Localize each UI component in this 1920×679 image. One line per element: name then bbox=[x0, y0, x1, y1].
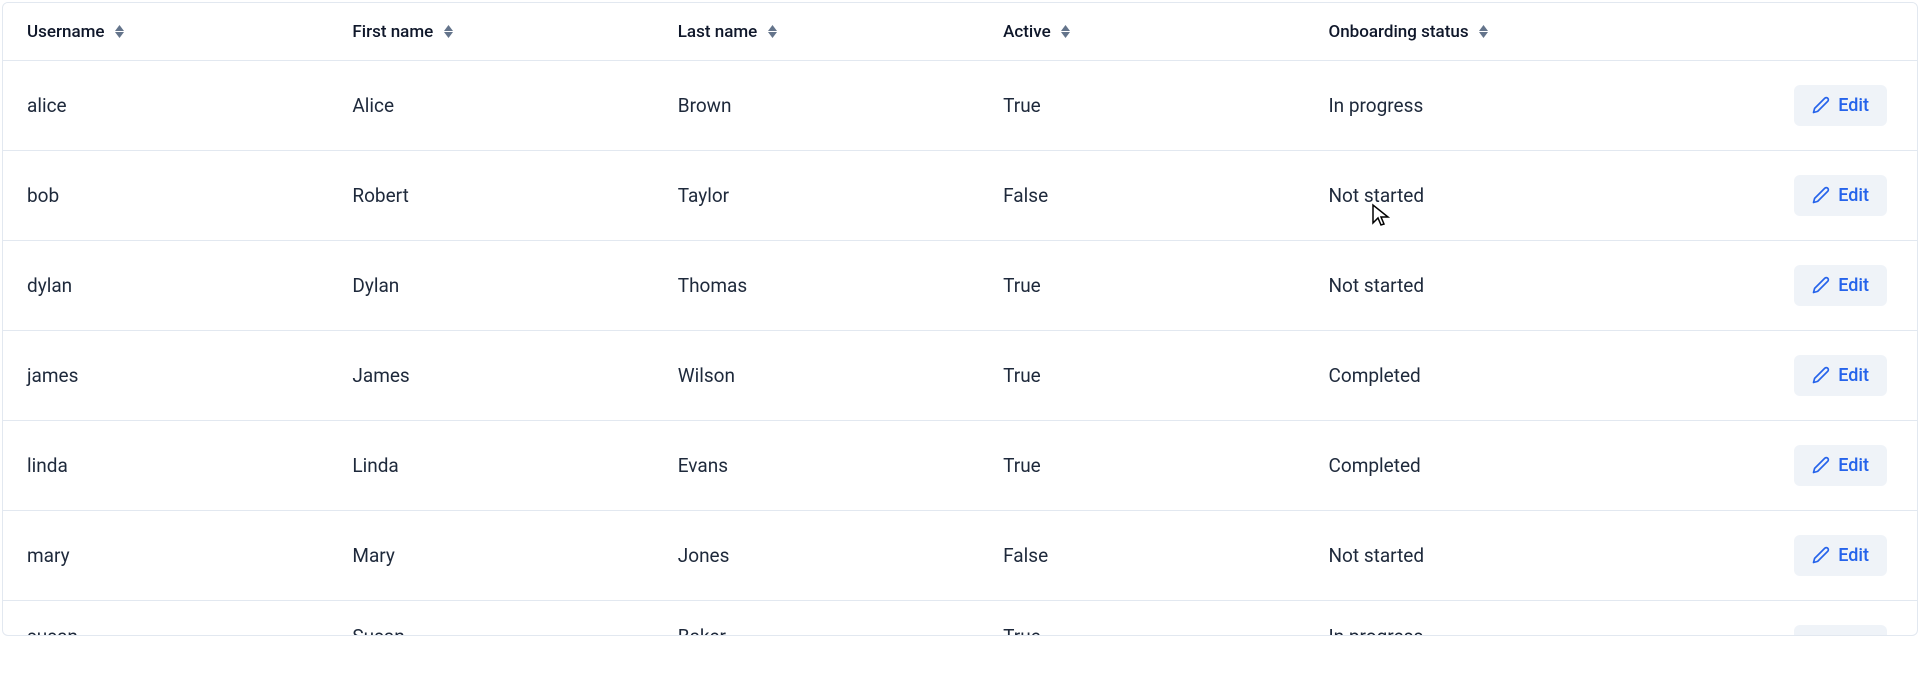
cell-username: james bbox=[3, 330, 328, 420]
cell-active: True bbox=[979, 420, 1304, 510]
cell-first-name: Dylan bbox=[328, 240, 653, 330]
cell-last-name: Brown bbox=[654, 60, 979, 150]
cell-username: mary bbox=[3, 510, 328, 600]
cell-actions: Edit bbox=[1649, 600, 1917, 635]
column-label: Username bbox=[27, 22, 105, 42]
pencil-icon bbox=[1812, 186, 1830, 204]
pencil-icon bbox=[1812, 546, 1830, 564]
cell-active: True bbox=[979, 60, 1304, 150]
cell-last-name: Thomas bbox=[654, 240, 979, 330]
cell-username: susan bbox=[3, 600, 328, 635]
cell-last-name: Taylor bbox=[654, 150, 979, 240]
column-label: Active bbox=[1003, 22, 1051, 42]
cell-active: True bbox=[979, 240, 1304, 330]
sort-icon bbox=[768, 25, 777, 38]
column-header-active[interactable]: Active bbox=[979, 3, 1304, 60]
table-row: maryMaryJonesFalseNot started Edit bbox=[3, 510, 1917, 600]
cell-onboarding-status: Not started bbox=[1305, 150, 1650, 240]
edit-button[interactable]: Edit bbox=[1794, 445, 1887, 486]
column-label: First name bbox=[352, 22, 433, 42]
edit-button[interactable]: Edit bbox=[1794, 265, 1887, 306]
sort-icon bbox=[1061, 25, 1070, 38]
cell-last-name: Baker bbox=[654, 600, 979, 635]
edit-button-label: Edit bbox=[1838, 545, 1869, 566]
column-label: Onboarding status bbox=[1329, 22, 1469, 42]
cell-actions: Edit bbox=[1649, 510, 1917, 600]
cell-onboarding-status: Not started bbox=[1305, 510, 1650, 600]
cell-first-name: Alice bbox=[328, 60, 653, 150]
table-row: bobRobertTaylorFalseNot started Edit bbox=[3, 150, 1917, 240]
cell-onboarding-status: Not started bbox=[1305, 240, 1650, 330]
cell-username: bob bbox=[3, 150, 328, 240]
edit-button-label: Edit bbox=[1838, 365, 1869, 386]
pencil-icon bbox=[1812, 96, 1830, 114]
edit-button-label: Edit bbox=[1838, 95, 1869, 116]
cell-first-name: Mary bbox=[328, 510, 653, 600]
cell-first-name: Robert bbox=[328, 150, 653, 240]
pencil-icon bbox=[1812, 276, 1830, 294]
column-header-username[interactable]: Username bbox=[3, 3, 328, 60]
edit-button[interactable]: Edit bbox=[1794, 85, 1887, 126]
cell-last-name: Evans bbox=[654, 420, 979, 510]
edit-button-label: Edit bbox=[1838, 185, 1869, 206]
cell-actions: Edit bbox=[1649, 150, 1917, 240]
column-label: Last name bbox=[678, 22, 758, 42]
cell-onboarding-status: In progress bbox=[1305, 600, 1650, 635]
users-table-wrapper: Username First name Last name bbox=[2, 2, 1918, 636]
edit-button[interactable]: Edit bbox=[1794, 535, 1887, 576]
users-table: Username First name Last name bbox=[3, 3, 1917, 635]
cell-onboarding-status: Completed bbox=[1305, 330, 1650, 420]
cell-onboarding-status: Completed bbox=[1305, 420, 1650, 510]
edit-button[interactable]: Edit bbox=[1794, 625, 1887, 635]
cell-active: True bbox=[979, 600, 1304, 635]
column-header-first-name[interactable]: First name bbox=[328, 3, 653, 60]
cell-actions: Edit bbox=[1649, 330, 1917, 420]
column-header-actions bbox=[1649, 3, 1917, 60]
cell-last-name: Wilson bbox=[654, 330, 979, 420]
table-row: aliceAliceBrownTrueIn progress Edit bbox=[3, 60, 1917, 150]
cell-active: False bbox=[979, 150, 1304, 240]
cell-active: True bbox=[979, 330, 1304, 420]
cell-username: dylan bbox=[3, 240, 328, 330]
edit-button[interactable]: Edit bbox=[1794, 355, 1887, 396]
table-row: lindaLindaEvansTrueCompleted Edit bbox=[3, 420, 1917, 510]
cell-username: linda bbox=[3, 420, 328, 510]
pencil-icon bbox=[1812, 456, 1830, 474]
table-row: dylanDylanThomasTrueNot started Edit bbox=[3, 240, 1917, 330]
cell-active: False bbox=[979, 510, 1304, 600]
edit-button-label: Edit bbox=[1838, 275, 1869, 296]
cell-first-name: Linda bbox=[328, 420, 653, 510]
table-row: susanSusanBakerTrueIn progress Edit bbox=[3, 600, 1917, 635]
table-header-row: Username First name Last name bbox=[3, 3, 1917, 60]
cell-actions: Edit bbox=[1649, 240, 1917, 330]
pencil-icon bbox=[1812, 366, 1830, 384]
cell-onboarding-status: In progress bbox=[1305, 60, 1650, 150]
edit-button-label: Edit bbox=[1838, 455, 1869, 476]
cell-first-name: James bbox=[328, 330, 653, 420]
sort-icon bbox=[1479, 25, 1488, 38]
cell-first-name: Susan bbox=[328, 600, 653, 635]
column-header-onboarding-status[interactable]: Onboarding status bbox=[1305, 3, 1650, 60]
sort-icon bbox=[115, 25, 124, 38]
edit-button[interactable]: Edit bbox=[1794, 175, 1887, 216]
cell-username: alice bbox=[3, 60, 328, 150]
cell-last-name: Jones bbox=[654, 510, 979, 600]
sort-icon bbox=[444, 25, 453, 38]
cell-actions: Edit bbox=[1649, 420, 1917, 510]
column-header-last-name[interactable]: Last name bbox=[654, 3, 979, 60]
cell-actions: Edit bbox=[1649, 60, 1917, 150]
table-row: jamesJamesWilsonTrueCompleted Edit bbox=[3, 330, 1917, 420]
